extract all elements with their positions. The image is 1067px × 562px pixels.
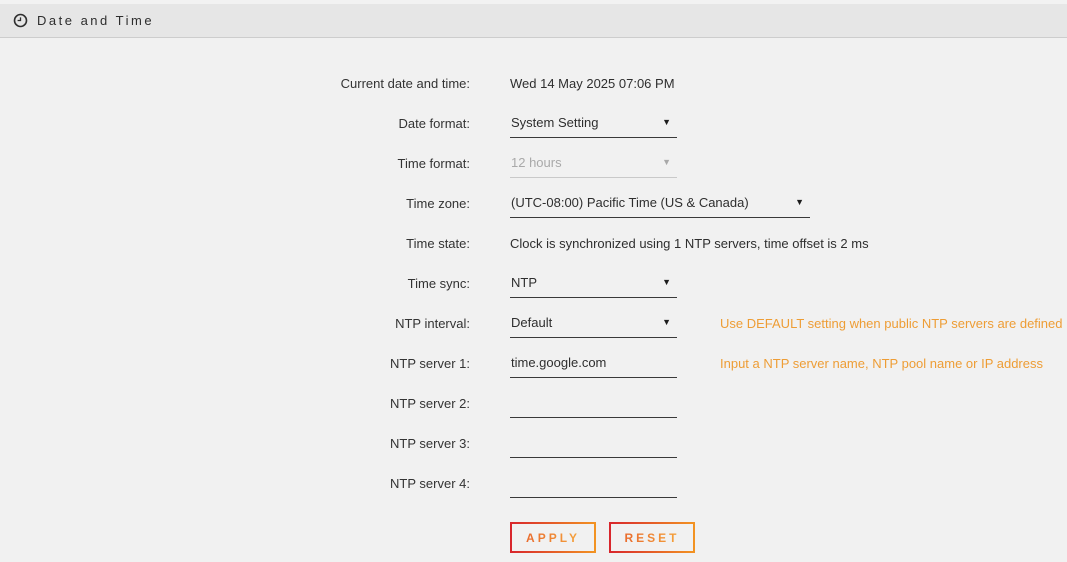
ntp-server-1-row: NTP server 1: Input a NTP server name, N…: [0, 344, 1067, 384]
time-format-label: Time format:: [0, 144, 470, 184]
ntp-interval-label: NTP interval:: [0, 304, 470, 344]
ntp-server-4-input[interactable]: [510, 467, 677, 498]
time-sync-selected-value: NTP: [511, 275, 537, 290]
apply-button[interactable]: APPLY: [510, 522, 596, 553]
chevron-down-icon: ▼: [662, 278, 671, 287]
date-time-page: Date and Time Current date and time: Wed…: [0, 0, 1067, 553]
ntp-server-2-input[interactable]: [510, 387, 677, 418]
ntp-interval-hint: Use DEFAULT setting when public NTP serv…: [720, 304, 1063, 344]
ntp-server-4-label: NTP server 4:: [0, 464, 470, 504]
clock-icon: [13, 13, 28, 28]
time-state-row: Time state: Clock is synchronized using …: [0, 224, 1067, 264]
current-datetime-label: Current date and time:: [0, 64, 470, 104]
time-zone-row: Time zone: (UTC-08:00) Pacific Time (US …: [0, 184, 1067, 224]
time-zone-selected-value: (UTC-08:00) Pacific Time (US & Canada): [511, 195, 749, 210]
ntp-server-3-row: NTP server 3:: [0, 424, 1067, 464]
ntp-server-2-label: NTP server 2:: [0, 384, 470, 424]
time-sync-select[interactable]: NTP ▼: [510, 267, 677, 298]
form-actions: APPLY RESET: [510, 522, 1067, 553]
time-format-select: 12 hours ▼: [510, 147, 677, 178]
reset-button[interactable]: RESET: [609, 522, 695, 553]
date-format-label: Date format:: [0, 104, 470, 144]
time-zone-select[interactable]: (UTC-08:00) Pacific Time (US & Canada) ▼: [510, 187, 810, 218]
current-datetime-row: Current date and time: Wed 14 May 2025 0…: [0, 64, 1067, 104]
date-time-form: Current date and time: Wed 14 May 2025 0…: [0, 38, 1067, 553]
time-format-selected-value: 12 hours: [511, 155, 562, 170]
ntp-interval-selected-value: Default: [511, 315, 552, 330]
ntp-server-1-hint: Input a NTP server name, NTP pool name o…: [720, 344, 1043, 384]
date-format-row: Date format: System Setting ▼: [0, 104, 1067, 144]
chevron-down-icon: ▼: [662, 318, 671, 327]
page-title: Date and Time: [37, 13, 154, 28]
ntp-interval-select[interactable]: Default ▼: [510, 307, 677, 338]
ntp-server-3-label: NTP server 3:: [0, 424, 470, 464]
date-format-selected-value: System Setting: [511, 115, 598, 130]
ntp-server-4-row: NTP server 4:: [0, 464, 1067, 504]
ntp-server-1-label: NTP server 1:: [0, 344, 470, 384]
current-datetime-value: Wed 14 May 2025 07:06 PM: [510, 64, 675, 104]
apply-button-label: APPLY: [526, 531, 580, 545]
chevron-down-icon: ▼: [795, 198, 804, 207]
ntp-server-3-input[interactable]: [510, 427, 677, 458]
time-format-row: Time format: 12 hours ▼: [0, 144, 1067, 184]
time-state-value: Clock is synchronized using 1 NTP server…: [510, 224, 869, 264]
page-header: Date and Time: [0, 4, 1067, 38]
ntp-server-1-input[interactable]: [510, 347, 677, 378]
chevron-down-icon: ▼: [662, 118, 671, 127]
ntp-server-2-row: NTP server 2:: [0, 384, 1067, 424]
time-sync-row: Time sync: NTP ▼: [0, 264, 1067, 304]
reset-button-label: RESET: [624, 531, 679, 545]
ntp-interval-row: NTP interval: Default ▼ Use DEFAULT sett…: [0, 304, 1067, 344]
time-sync-label: Time sync:: [0, 264, 470, 304]
date-format-select[interactable]: System Setting ▼: [510, 107, 677, 138]
time-state-label: Time state:: [0, 224, 470, 264]
time-zone-label: Time zone:: [0, 184, 470, 224]
chevron-down-icon: ▼: [662, 158, 671, 167]
